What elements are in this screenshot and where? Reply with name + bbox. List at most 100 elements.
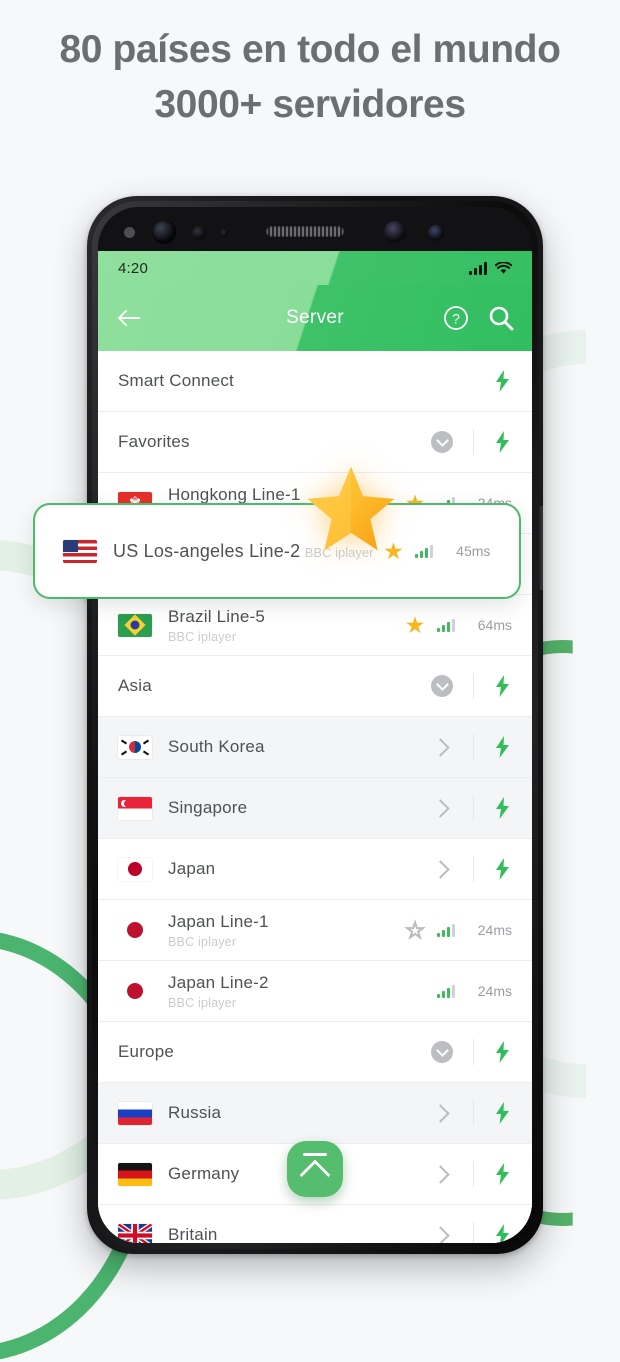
back-arrow-icon[interactable] — [116, 308, 142, 328]
list-item-label: Japan Line-1 — [168, 911, 269, 931]
list-item-sublabel: BBC iplayer — [168, 934, 237, 949]
list-group-asia[interactable]: Asia — [98, 656, 532, 717]
list-item-country[interactable]: Singapore — [98, 778, 532, 839]
flag-britain-icon — [118, 1223, 152, 1243]
list-item-country[interactable]: Britain — [98, 1205, 532, 1243]
latency-value: 24ms — [477, 983, 512, 999]
row-divider — [473, 1222, 474, 1243]
chevron-down-circle-icon[interactable] — [431, 675, 453, 697]
signal-bars-icon — [437, 984, 455, 998]
flag-japan-icon — [118, 857, 152, 881]
proximity-sensor-icon — [192, 226, 206, 240]
lightning-bolt-icon[interactable] — [492, 1224, 512, 1243]
list-item-label: Hongkong Line-1 — [168, 484, 301, 504]
chevron-right-icon[interactable] — [431, 1225, 450, 1243]
row-divider — [473, 1161, 474, 1187]
list-item-server[interactable]: Japan Line-1 BBC iplayer ☆ 24ms — [98, 900, 532, 961]
chevron-right-icon[interactable] — [431, 737, 450, 757]
iris-sensor-icon — [220, 229, 228, 237]
status-bar: 4:20 — [98, 251, 532, 285]
app-bar: Server ? — [98, 285, 532, 351]
latency-value: 64ms — [477, 617, 512, 633]
list-item-label: Britain — [168, 1225, 218, 1243]
signal-bars-icon — [437, 923, 455, 937]
double-chevron-up-icon-bar — [303, 1152, 327, 1156]
phone-bezel: 4:20 Server ? Smart Connect Favorites Ho… — [98, 207, 532, 1243]
lightning-bolt-icon[interactable] — [492, 858, 512, 880]
phone-mockup: 4:20 Server ? Smart Connect Favorites Ho… — [87, 196, 543, 1254]
list-item-label: Japan Line-2 — [168, 972, 269, 992]
list-item-country[interactable]: Russia — [98, 1083, 532, 1144]
latency-value: 24ms — [477, 922, 512, 938]
lightning-bolt-icon[interactable] — [492, 1041, 512, 1063]
lightning-bolt-icon[interactable] — [492, 797, 512, 819]
double-chevron-up-icon — [299, 1158, 331, 1191]
chevron-right-icon[interactable] — [431, 798, 450, 818]
list-group-europe[interactable]: Europe — [98, 1022, 532, 1083]
highlight-callout-card[interactable]: US Los-angeles Line-2 BBC iplayer ★ 45ms — [33, 503, 521, 599]
headline-line-1: 80 países en todo el mundo — [59, 28, 561, 71]
chevron-right-icon[interactable] — [431, 1164, 450, 1184]
lightning-bolt-icon[interactable] — [492, 736, 512, 758]
signal-bars-icon — [437, 618, 455, 632]
list-item-smart-connect[interactable]: Smart Connect — [98, 351, 532, 412]
light-sensor-icon — [124, 227, 135, 238]
headline-line-2: 3000+ servidores — [154, 83, 466, 127]
lightning-bolt-icon[interactable] — [492, 675, 512, 697]
cellular-signal-icon — [469, 261, 487, 275]
list-group-label: Favorites — [118, 432, 190, 451]
row-divider — [473, 795, 474, 821]
list-item-label: Smart Connect — [118, 371, 234, 390]
secondary-camera-icon — [384, 221, 406, 243]
flag-russia-icon — [118, 1101, 152, 1125]
callout-latency-value: 45ms — [456, 543, 491, 559]
flag-south-korea-icon — [118, 735, 152, 759]
lightning-bolt-icon[interactable] — [492, 370, 512, 392]
flag-japan-dot-icon — [118, 919, 152, 942]
chevron-down-circle-icon[interactable] — [431, 1041, 453, 1063]
row-divider — [473, 429, 474, 455]
power-button[interactable] — [538, 506, 543, 590]
status-clock: 4:20 — [118, 259, 148, 277]
chevron-right-icon[interactable] — [431, 859, 450, 879]
big-star-icon — [307, 466, 395, 551]
star-filled-icon[interactable]: ★ — [405, 613, 426, 637]
earpiece-speaker-icon — [266, 226, 344, 237]
flag-germany-icon — [118, 1162, 152, 1186]
list-item-server[interactable]: Japan Line-2 BBC iplayer 24ms — [98, 961, 532, 1022]
svg-text:?: ? — [452, 311, 460, 327]
lightning-bolt-icon[interactable] — [492, 1102, 512, 1124]
flag-singapore-icon — [118, 796, 152, 820]
callout-label: US Los-angeles Line-2 — [113, 540, 301, 561]
scroll-to-top-button[interactable] — [287, 1141, 343, 1197]
list-group-label: Europe — [118, 1042, 175, 1061]
flag-usa-icon — [63, 539, 97, 563]
list-item-label: Singapore — [168, 798, 248, 817]
front-camera-icon — [152, 220, 176, 244]
lightning-bolt-icon[interactable] — [492, 431, 512, 453]
list-item-server[interactable]: Brazil Line-5 BBC iplayer ★ 64ms — [98, 595, 532, 656]
phone-sensor-bar — [98, 207, 532, 251]
phone-screen: 4:20 Server ? Smart Connect Favorites Ho… — [98, 251, 532, 1243]
list-item-label: South Korea — [168, 737, 265, 756]
lightning-bolt-icon[interactable] — [492, 1163, 512, 1185]
page-headline: 80 países en todo el mundo 3000+ servido… — [0, 22, 620, 133]
list-item-country[interactable]: Japan — [98, 839, 532, 900]
chevron-down-circle-icon[interactable] — [431, 431, 453, 453]
list-item-label: Brazil Line-5 — [168, 606, 266, 626]
list-item-label: Japan — [168, 859, 216, 878]
search-icon[interactable] — [488, 305, 514, 331]
list-item-sublabel: BBC iplayer — [168, 995, 237, 1010]
list-item-label: Russia — [168, 1103, 222, 1122]
list-item-sublabel: BBC iplayer — [168, 629, 237, 644]
row-divider — [473, 856, 474, 882]
flag-japan-dot-icon — [118, 980, 152, 1003]
row-divider — [473, 734, 474, 760]
row-divider — [473, 1100, 474, 1126]
signal-bars-icon — [415, 544, 434, 558]
wifi-icon — [495, 261, 512, 274]
chevron-right-icon[interactable] — [431, 1103, 450, 1123]
help-circle-icon[interactable]: ? — [443, 305, 469, 331]
star-outline-icon[interactable]: ☆ — [404, 917, 426, 941]
list-item-country[interactable]: South Korea — [98, 717, 532, 778]
